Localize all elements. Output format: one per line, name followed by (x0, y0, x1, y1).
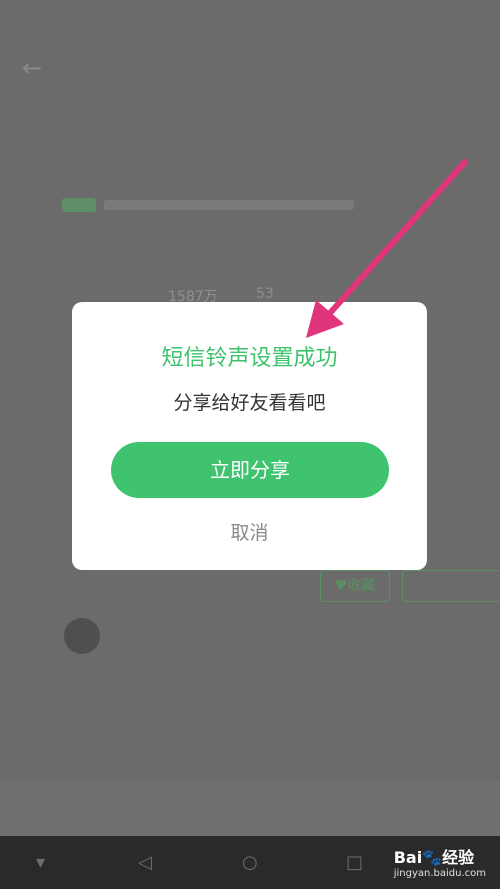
favorite-button[interactable]: ♥收藏 (320, 570, 390, 602)
watermark-logo: Bai🐾经验 jingyan.baidu.com (393, 848, 486, 879)
text-placeholder (104, 200, 354, 210)
share-now-button[interactable]: 立即分享 (111, 442, 389, 498)
dialog-title: 短信铃声设置成功 (161, 346, 338, 371)
dialog-message: 分享给好友看看吧 (173, 392, 326, 414)
bottom-nav (0, 780, 500, 836)
recents-icon[interactable]: □ (346, 852, 363, 873)
list-item[interactable] (20, 160, 480, 221)
back-arrow-icon[interactable]: ← (22, 54, 42, 82)
cancel-button[interactable]: 取消 (72, 518, 427, 545)
comment-count: 53 (256, 286, 274, 302)
header-bar: ← (0, 36, 500, 98)
home-icon[interactable]: ○ (242, 852, 258, 873)
status-bar (0, 0, 500, 36)
menu-icon[interactable]: ▾ (36, 852, 45, 873)
list-item[interactable] (20, 236, 480, 297)
success-dialog: 短信铃声设置成功 分享给好友看看吧 立即分享 取消 (72, 302, 427, 570)
back-icon[interactable]: ◁ (138, 852, 152, 873)
avatar[interactable] (64, 618, 100, 654)
tag-badge (62, 198, 96, 212)
secondary-action-button[interactable] (402, 570, 500, 602)
